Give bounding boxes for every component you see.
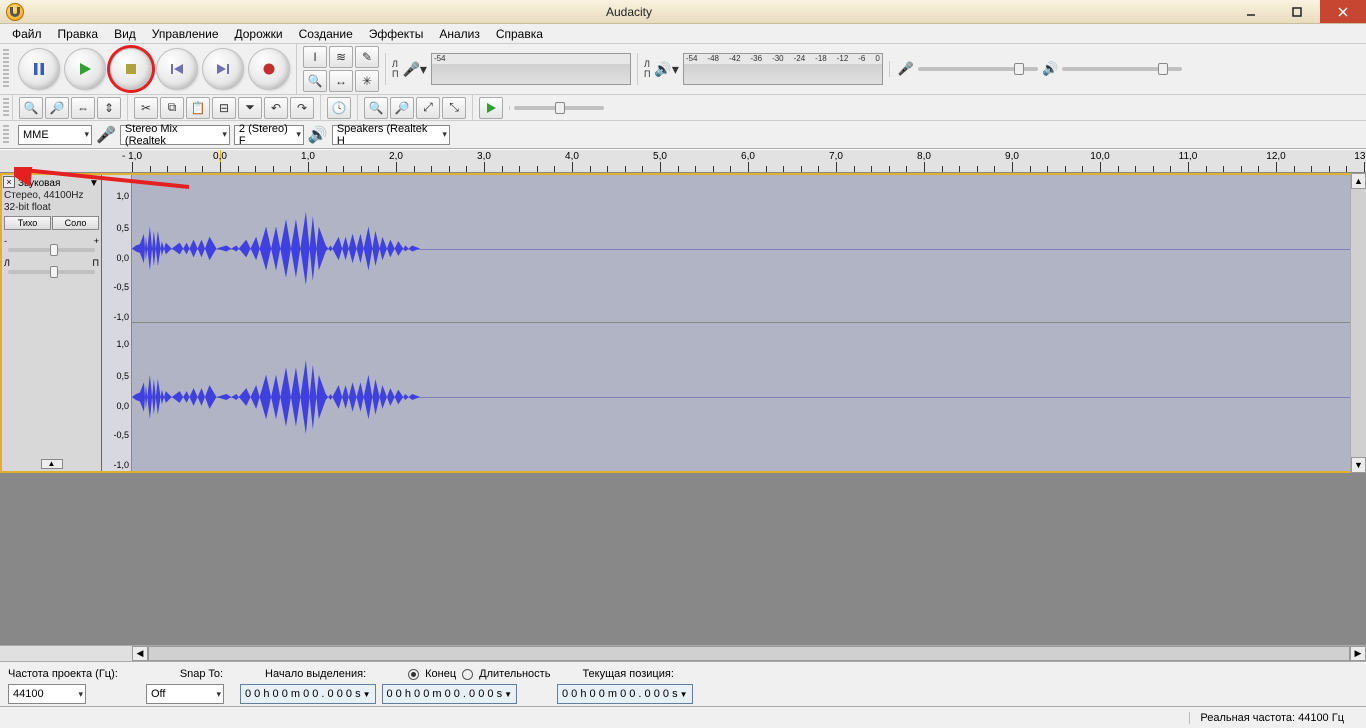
end-label: Конец xyxy=(425,668,456,680)
pause-button[interactable] xyxy=(18,48,60,90)
menu-edit[interactable]: Правка xyxy=(50,25,107,43)
zoom-tool-icon[interactable]: 🔍 xyxy=(303,70,327,92)
undo-icon[interactable]: ↶ xyxy=(264,97,288,119)
window-title: Audacity xyxy=(30,5,1228,19)
toolbar-grip[interactable] xyxy=(3,125,9,145)
menu-tracks[interactable]: Дорожки xyxy=(227,25,291,43)
audio-host-combo[interactable]: MME xyxy=(18,125,92,145)
maximize-button[interactable] xyxy=(1274,0,1320,23)
solo-button[interactable]: Соло xyxy=(52,216,99,230)
vertical-scrollbar[interactable]: ▲ ▼ xyxy=(1350,173,1366,473)
snap-combo[interactable]: Off xyxy=(146,684,224,704)
speaker-device-icon: 🔊 xyxy=(308,125,328,145)
menu-analyze[interactable]: Анализ xyxy=(431,25,488,43)
multi-tool-icon[interactable]: ✳ xyxy=(355,70,379,92)
project-rate-label: Частота проекта (Гц): xyxy=(8,668,118,680)
track-name[interactable]: Звуковая xyxy=(18,178,60,189)
track-bitdepth: 32-bit float xyxy=(4,202,99,214)
mic-device-icon: 🎤 xyxy=(96,125,116,145)
menu-view[interactable]: Вид xyxy=(106,25,144,43)
input-device-combo[interactable]: Stereo Mix (Realtek xyxy=(120,125,230,145)
titlebar: Audacity xyxy=(0,0,1366,24)
position-label: Текущая позиция: xyxy=(582,668,673,680)
meter-right-label: П xyxy=(392,69,398,79)
selection-end-time[interactable]: 0 0 h 0 0 m 0 0 . 0 0 0 s▼ xyxy=(382,684,518,704)
redo-icon[interactable]: ↷ xyxy=(290,97,314,119)
speaker-volume-icon: 🔊 xyxy=(1042,61,1058,77)
mic-icon[interactable]: 🎤▾ xyxy=(400,61,428,78)
zoom-fit-icon[interactable]: ⤢ xyxy=(416,97,440,119)
silence-icon[interactable]: ⏷ xyxy=(238,97,262,119)
skip-end-button[interactable] xyxy=(202,48,244,90)
track-control-panel: × Звуковая ▼ Стерео, 44100Hz 32-bit floa… xyxy=(2,175,102,471)
zoom-norm-icon[interactable]: ⤡ xyxy=(442,97,466,119)
minimize-button[interactable] xyxy=(1228,0,1274,23)
play-at-speed-icon[interactable] xyxy=(479,97,503,119)
empty-workspace xyxy=(0,473,1366,645)
menubar: Файл Правка Вид Управление Дорожки Созда… xyxy=(0,24,1366,44)
sync-lock-icon[interactable]: 🕓 xyxy=(327,97,351,119)
zoom-in-icon[interactable]: 🔍 xyxy=(19,97,43,119)
playback-speed-slider[interactable] xyxy=(514,106,604,110)
horizontal-scrollbar[interactable]: ◀ ▶ xyxy=(0,645,1366,661)
mute-button[interactable]: Тихо xyxy=(4,216,51,230)
app-icon xyxy=(6,3,24,21)
track-close-button[interactable]: × xyxy=(3,176,15,188)
mic-volume-icon: 🎤 xyxy=(898,61,914,77)
output-device-combo[interactable]: Speakers (Realtek H xyxy=(332,125,450,145)
fit-project-icon[interactable]: ⇕ xyxy=(97,97,121,119)
zoom-toggle-icon[interactable]: 🔎 xyxy=(390,97,414,119)
selection-toolbar: Частота проекта (Гц): Snap To: Начало вы… xyxy=(0,661,1366,706)
menu-file[interactable]: Файл xyxy=(4,25,50,43)
end-radio[interactable] xyxy=(408,669,419,680)
audio-position-time[interactable]: 0 0 h 0 0 m 0 0 . 0 0 0 s▼ xyxy=(557,684,693,704)
envelope-tool-icon[interactable]: ≋ xyxy=(329,46,353,68)
toolbar-grip[interactable] xyxy=(3,49,9,89)
input-channels-combo[interactable]: 2 (Stereo) F xyxy=(234,125,304,145)
play-button[interactable] xyxy=(64,48,106,90)
speaker-icon[interactable]: 🔊▾ xyxy=(652,61,680,78)
length-label: Длительность xyxy=(479,668,550,680)
actual-rate: Реальная частота: 44100 Гц xyxy=(1189,712,1354,724)
record-meter[interactable]: -54 Click to Start Monitoring xyxy=(431,53,631,85)
pan-slider[interactable] xyxy=(8,270,95,274)
mic-volume-slider[interactable] xyxy=(918,67,1038,71)
menu-effect[interactable]: Эффекты xyxy=(361,25,432,43)
speaker-volume-slider[interactable] xyxy=(1062,67,1182,71)
length-radio[interactable] xyxy=(462,669,473,680)
paste-icon[interactable]: 📋 xyxy=(186,97,210,119)
copy-icon[interactable]: ⧉ xyxy=(160,97,184,119)
snap-label: Snap To: xyxy=(180,668,223,680)
selection-start-label: Начало выделения: xyxy=(265,668,366,680)
record-button[interactable] xyxy=(248,48,290,90)
cut-icon[interactable]: ✂ xyxy=(134,97,158,119)
gain-slider[interactable] xyxy=(8,248,95,252)
skip-start-button[interactable] xyxy=(156,48,198,90)
draw-tool-icon[interactable]: ✎ xyxy=(355,46,379,68)
track-menu-dropdown[interactable]: ▼ xyxy=(89,178,99,189)
close-button[interactable] xyxy=(1320,0,1366,23)
stop-button[interactable] xyxy=(110,48,152,90)
zoom-out-icon[interactable]: 🔎 xyxy=(45,97,69,119)
project-rate-combo[interactable]: 44100 xyxy=(8,684,86,704)
collapse-button[interactable]: ▲ xyxy=(41,459,63,469)
menu-transport[interactable]: Управление xyxy=(144,25,227,43)
meter-left-label: Л xyxy=(392,59,398,69)
playback-meter[interactable]: -54 -48 -42 -36 -30 -24 -18 -12 -6 0 xyxy=(683,53,883,85)
selection-start-time[interactable]: 0 0 h 0 0 m 0 0 . 0 0 0 s▼ xyxy=(240,684,376,704)
menu-help[interactable]: Справка xyxy=(488,25,551,43)
fit-selection-icon[interactable]: ⇔ xyxy=(71,97,95,119)
waveform-area[interactable] xyxy=(132,175,1350,471)
zoom-sel-icon[interactable]: 🔍 xyxy=(364,97,388,119)
trim-icon[interactable]: ⊟ xyxy=(212,97,236,119)
selection-tool-icon[interactable]: I xyxy=(303,46,327,68)
track-format: Стерео, 44100Hz xyxy=(4,190,99,202)
timeshift-tool-icon[interactable]: ↔ xyxy=(329,70,353,92)
menu-generate[interactable]: Создание xyxy=(291,25,361,43)
amplitude-scale: 1,0 0,5 0,0 -0,5 -1,0 1,0 0,5 0,0 -0,5 -… xyxy=(102,175,132,471)
timeline-ruler[interactable]: - 1,00,01,02,03,04,05,06,07,08,09,010,01… xyxy=(0,149,1366,173)
statusbar: Реальная частота: 44100 Гц xyxy=(0,706,1366,728)
toolbar-grip[interactable] xyxy=(3,98,9,118)
